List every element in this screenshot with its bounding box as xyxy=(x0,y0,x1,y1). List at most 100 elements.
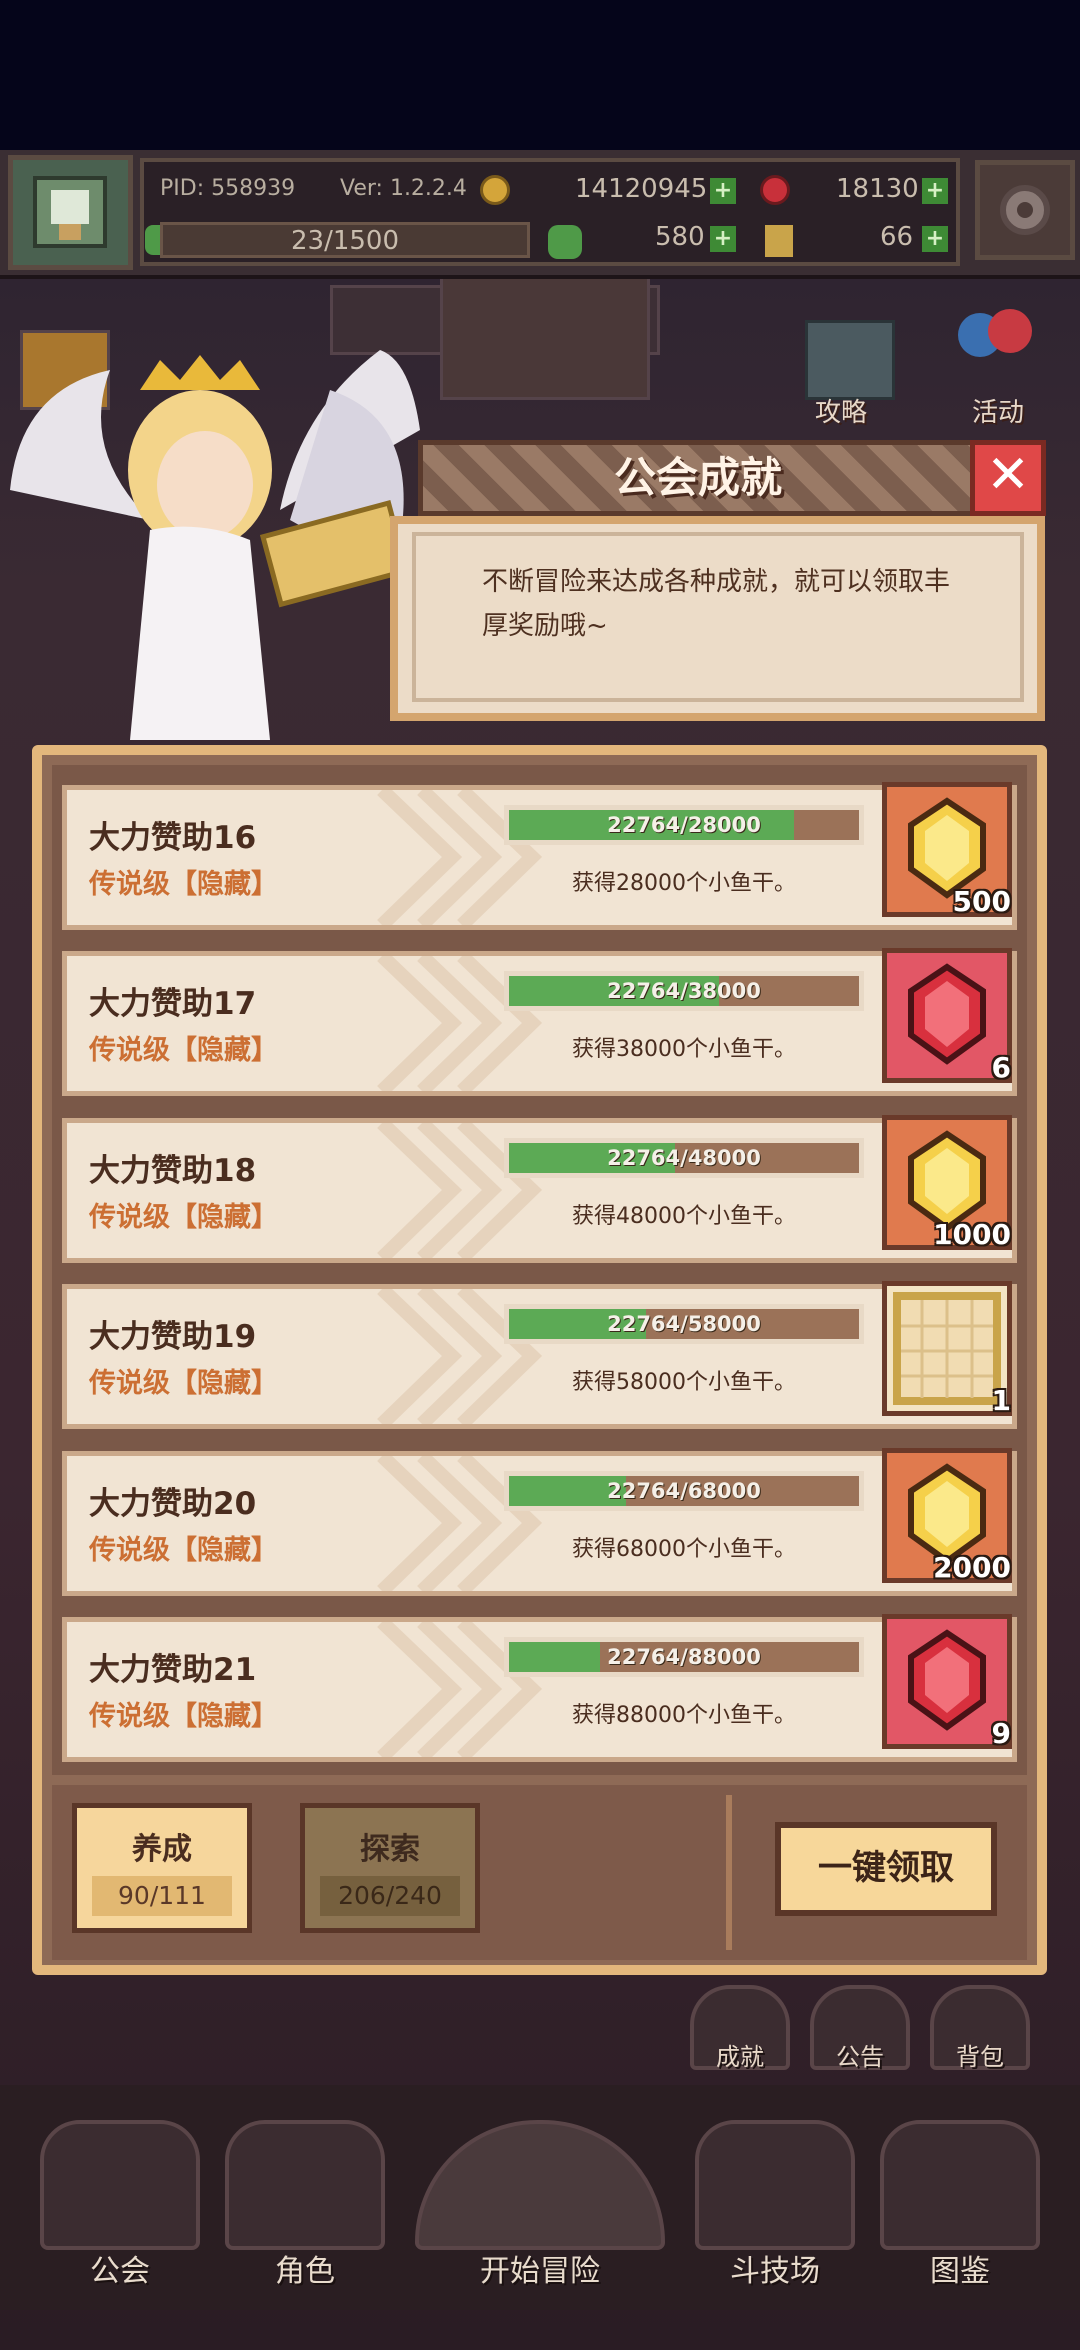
nav-arena[interactable]: 斗技场 xyxy=(685,2110,865,2300)
close-button[interactable]: ✕ xyxy=(970,440,1046,516)
achievement-name: 大力赞助21 xyxy=(89,1652,257,1688)
strategy-button[interactable]: 攻略 xyxy=(815,392,867,429)
reward-count: 2000 xyxy=(933,1551,1011,1584)
swords-icon xyxy=(695,2120,855,2250)
achievement-tier: 传说级【隐藏】 xyxy=(89,1701,278,1732)
claim-all-button[interactable]: 一键领取 xyxy=(775,1822,997,1916)
reward-slot[interactable]: 2000 xyxy=(882,1448,1012,1584)
red-gem-icon xyxy=(887,1619,1007,1748)
gem-amount: 18130 xyxy=(836,174,919,204)
tab-explore-count: 206/240 xyxy=(320,1876,460,1916)
character-icon xyxy=(225,2120,385,2250)
reward-slot[interactable]: 500 xyxy=(882,782,1012,918)
progress-text: 22764/68000 xyxy=(607,1479,761,1503)
achievement-row[interactable]: 大力赞助17 传说级【隐藏】 22764/38000 获得38000个小鱼干。 6 xyxy=(62,948,1017,1096)
divider xyxy=(726,1795,732,1950)
progress-bar: 22764/88000 xyxy=(504,1637,864,1677)
nav-codex-label: 图鉴 xyxy=(930,2254,990,2289)
floor-tile-icon xyxy=(887,1286,1007,1415)
add-clover-icon[interactable]: + xyxy=(710,226,736,252)
notice-button[interactable]: 公告 xyxy=(810,1985,910,2071)
progress-bar: 22764/28000 xyxy=(504,805,864,845)
achievement-name: 大力赞助20 xyxy=(89,1486,257,1522)
gold-coin-icon xyxy=(480,175,510,205)
achievement-row[interactable]: 大力赞助18 传说级【隐藏】 22764/48000 获得48000个小鱼干。 1000 xyxy=(62,1115,1017,1263)
reward-count: 9 xyxy=(991,1717,1011,1750)
red-gem-icon xyxy=(760,175,790,205)
nav-guild-label: 公会 xyxy=(90,2254,150,2289)
reward-slot[interactable]: 1 xyxy=(882,1281,1012,1417)
bag-button[interactable]: 背包 xyxy=(930,1985,1030,2071)
reward-text: 获得88000个小鱼干。 xyxy=(572,1703,796,1728)
achievement-tier: 传说级【隐藏】 xyxy=(89,1202,278,1233)
achievement-tier: 传说级【隐藏】 xyxy=(89,1035,278,1066)
angel-character xyxy=(0,350,420,740)
red-gem-icon xyxy=(887,953,1007,1082)
tab-training[interactable]: 养成 90/111 xyxy=(72,1803,252,1933)
nav-arena-label: 斗技场 xyxy=(730,2254,820,2289)
achievement-tier: 传说级【隐藏】 xyxy=(89,869,278,900)
reward-slot[interactable]: 6 xyxy=(882,948,1012,1084)
progress-text: 22764/48000 xyxy=(607,1146,761,1170)
progress-bar: 22764/48000 xyxy=(504,1138,864,1178)
nav-character[interactable]: 角色 xyxy=(215,2110,395,2300)
wall-painting xyxy=(440,270,650,400)
progress-bar: 22764/38000 xyxy=(504,971,864,1011)
achievement-name: 大力赞助18 xyxy=(89,1153,257,1189)
reward-text: 获得48000个小鱼干。 xyxy=(572,1204,796,1229)
progress-text: 22764/88000 xyxy=(607,1645,761,1669)
progress-text: 22764/58000 xyxy=(607,1312,761,1336)
add-gold-icon[interactable]: + xyxy=(710,178,736,204)
progress-bar: 22764/58000 xyxy=(504,1304,864,1344)
game-version: Ver: 1.2.2.4 xyxy=(340,176,467,201)
book-icon xyxy=(880,2120,1040,2250)
progress-bar: 22764/68000 xyxy=(504,1471,864,1511)
reward-text: 获得58000个小鱼干。 xyxy=(572,1370,796,1395)
dialog-description: 不断冒险来达成各种成就，就可以领取丰厚奖励哦~ xyxy=(482,567,951,641)
reward-count: 500 xyxy=(952,885,1011,918)
achievement-row[interactable]: 大力赞助20 传说级【隐藏】 22764/68000 获得68000个小鱼干。 2000 xyxy=(62,1448,1017,1596)
achievement-name: 大力赞助17 xyxy=(89,986,257,1022)
progress-text: 22764/38000 xyxy=(607,979,761,1003)
reward-text: 获得38000个小鱼干。 xyxy=(572,1037,796,1062)
player-id: PID: 558939 xyxy=(160,176,296,201)
player-avatar[interactable] xyxy=(8,155,133,270)
reward-slot[interactable]: 1000 xyxy=(882,1115,1012,1251)
balloon-icon xyxy=(950,305,1040,385)
tab-explore[interactable]: 探索 206/240 xyxy=(300,1803,480,1933)
nav-guild[interactable]: 公会 xyxy=(30,2110,210,2300)
reward-count: 1000 xyxy=(933,1218,1011,1251)
chat-icon xyxy=(805,320,895,400)
dialog-title: 公会成就 xyxy=(613,453,782,502)
reward-slot[interactable]: 9 xyxy=(882,1614,1012,1750)
tab-training-count: 90/111 xyxy=(92,1876,232,1916)
key-amount: 66 xyxy=(880,222,914,252)
add-key-icon[interactable]: + xyxy=(922,226,948,252)
reward-count: 1 xyxy=(991,1384,1011,1417)
achievements-label: 成就 xyxy=(716,2043,764,2071)
tab-explore-label: 探索 xyxy=(360,1832,420,1867)
tab-training-label: 养成 xyxy=(132,1832,192,1867)
achievement-tier: 传说级【隐藏】 xyxy=(89,1535,278,1566)
notice-label: 公告 xyxy=(836,2043,884,2071)
progress-text: 22764/28000 xyxy=(607,813,761,837)
achievement-row[interactable]: 大力赞助21 传说级【隐藏】 22764/88000 获得88000个小鱼干。 9 xyxy=(62,1614,1017,1762)
add-gems-icon[interactable]: + xyxy=(922,178,948,204)
nav-character-label: 角色 xyxy=(275,2254,335,2289)
nav-start-adventure[interactable]: 开始冒险 xyxy=(405,2110,675,2300)
achievements-button[interactable]: 成就 xyxy=(690,1985,790,2071)
settings-button[interactable] xyxy=(975,160,1075,260)
nav-codex[interactable]: 图鉴 xyxy=(870,2110,1050,2300)
energy-value: 23/1500 xyxy=(290,226,399,256)
gold-amount: 14120945 xyxy=(575,174,708,204)
achievement-name: 大力赞助19 xyxy=(89,1319,257,1355)
achievement-row[interactable]: 大力赞助16 传说级【隐藏】 22764/28000 获得28000个小鱼干。 500 xyxy=(62,782,1017,930)
reward-text: 获得68000个小鱼干。 xyxy=(572,1537,796,1562)
achievement-tier: 传说级【隐藏】 xyxy=(89,1368,278,1399)
nav-start-adventure-label: 开始冒险 xyxy=(480,2254,600,2289)
reward-count: 6 xyxy=(991,1051,1011,1084)
events-button[interactable]: 活动 xyxy=(972,392,1024,429)
guild-icon xyxy=(40,2120,200,2250)
achievement-name: 大力赞助16 xyxy=(89,820,257,856)
achievement-row[interactable]: 大力赞助19 传说级【隐藏】 22764/58000 获得58000个小鱼干。 1 xyxy=(62,1281,1017,1429)
